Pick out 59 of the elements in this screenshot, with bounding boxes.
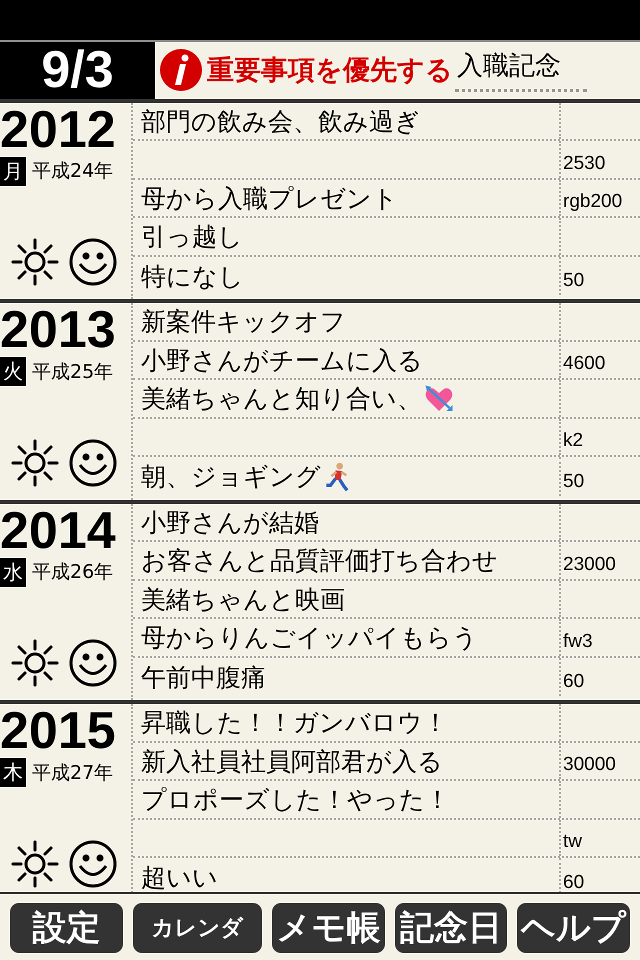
- era-label: 平成27年: [32, 760, 114, 786]
- value-text: 4600: [563, 353, 606, 376]
- sun-icon: [10, 638, 60, 688]
- smiley-icon: [68, 237, 118, 288]
- weekday-badge: 月: [0, 156, 26, 186]
- toolbar-button[interactable]: カレンダ: [132, 903, 262, 953]
- sun-icon: [10, 838, 60, 889]
- smiley-icon: [68, 638, 118, 688]
- value-text: 30000: [563, 754, 616, 776]
- value-text: 50: [563, 470, 584, 493]
- toolbar-button[interactable]: ヘルプ: [517, 903, 630, 953]
- era-label: 平成25年: [32, 360, 114, 385]
- memo-field[interactable]: 入職記念: [455, 48, 587, 92]
- entry-text: 新入社員社員阿部君が入る: [141, 746, 443, 778]
- entry-text: 母から入職プレゼント: [141, 182, 398, 215]
- toolbar-button[interactable]: 設定: [10, 903, 123, 953]
- value-text: fw3: [563, 630, 593, 653]
- entry-text: 美緒ちゃんと映画: [141, 584, 345, 616]
- sun-icon: [10, 237, 60, 288]
- date-label: 9/3: [0, 42, 155, 99]
- entry-text: 小野さんが結婚: [141, 506, 319, 539]
- entry-text: 部門の飲み会、飲み過ぎ: [141, 106, 420, 138]
- value-text: k2: [563, 430, 584, 452]
- value-text: tw: [563, 831, 582, 854]
- value-text: 2530: [563, 152, 606, 175]
- toolbar-button[interactable]: メモ帳: [272, 903, 385, 953]
- entry-text: 美緒ちゃんと知り合い、: [141, 383, 422, 416]
- year-label: 2014: [0, 506, 117, 556]
- era-label: 平成24年: [32, 159, 114, 184]
- weekday-badge: 木: [0, 758, 26, 788]
- entry-text: 新案件キックオフ: [141, 306, 346, 338]
- smiley-icon: [68, 438, 118, 488]
- weekday-badge: 火: [0, 357, 26, 386]
- entry-text: 朝、ジョギング: [141, 461, 321, 494]
- weekday-badge: 水: [0, 558, 26, 587]
- entry-text: プロポーズした！やった！: [141, 784, 450, 816]
- smiley-icon: [68, 838, 118, 889]
- era-label: 平成26年: [32, 560, 114, 586]
- entry-text: 超いい: [141, 862, 218, 892]
- value-text: 60: [563, 872, 584, 892]
- value-text: 60: [563, 671, 584, 694]
- entry-text: 特になし: [141, 260, 244, 293]
- value-text: rgb200: [563, 191, 622, 214]
- entry-text: 引っ越し: [141, 221, 243, 254]
- entry-text: 午前中腹痛: [141, 662, 266, 694]
- sun-icon: [10, 438, 60, 488]
- entry-text: 小野さんがチームに入る: [141, 344, 423, 377]
- entry-text: お客さんと品質評価打ち合わせ: [141, 545, 498, 578]
- value-text: 23000: [563, 554, 616, 576]
- priority-text: 重要事項を優先する: [207, 54, 453, 88]
- year-label: 2013: [0, 305, 117, 356]
- year-label: 2015: [0, 706, 117, 756]
- entry-text: 昇職した！！ガンバロウ！: [141, 707, 448, 740]
- info-icon: [159, 48, 203, 92]
- year-label: 2012: [0, 104, 117, 155]
- entry-text: 母からりんごイッパイもらう: [141, 622, 478, 654]
- heart-arrow-icon: [424, 384, 454, 414]
- value-text: 50: [563, 270, 584, 292]
- toolbar-button[interactable]: 記念日: [394, 903, 508, 953]
